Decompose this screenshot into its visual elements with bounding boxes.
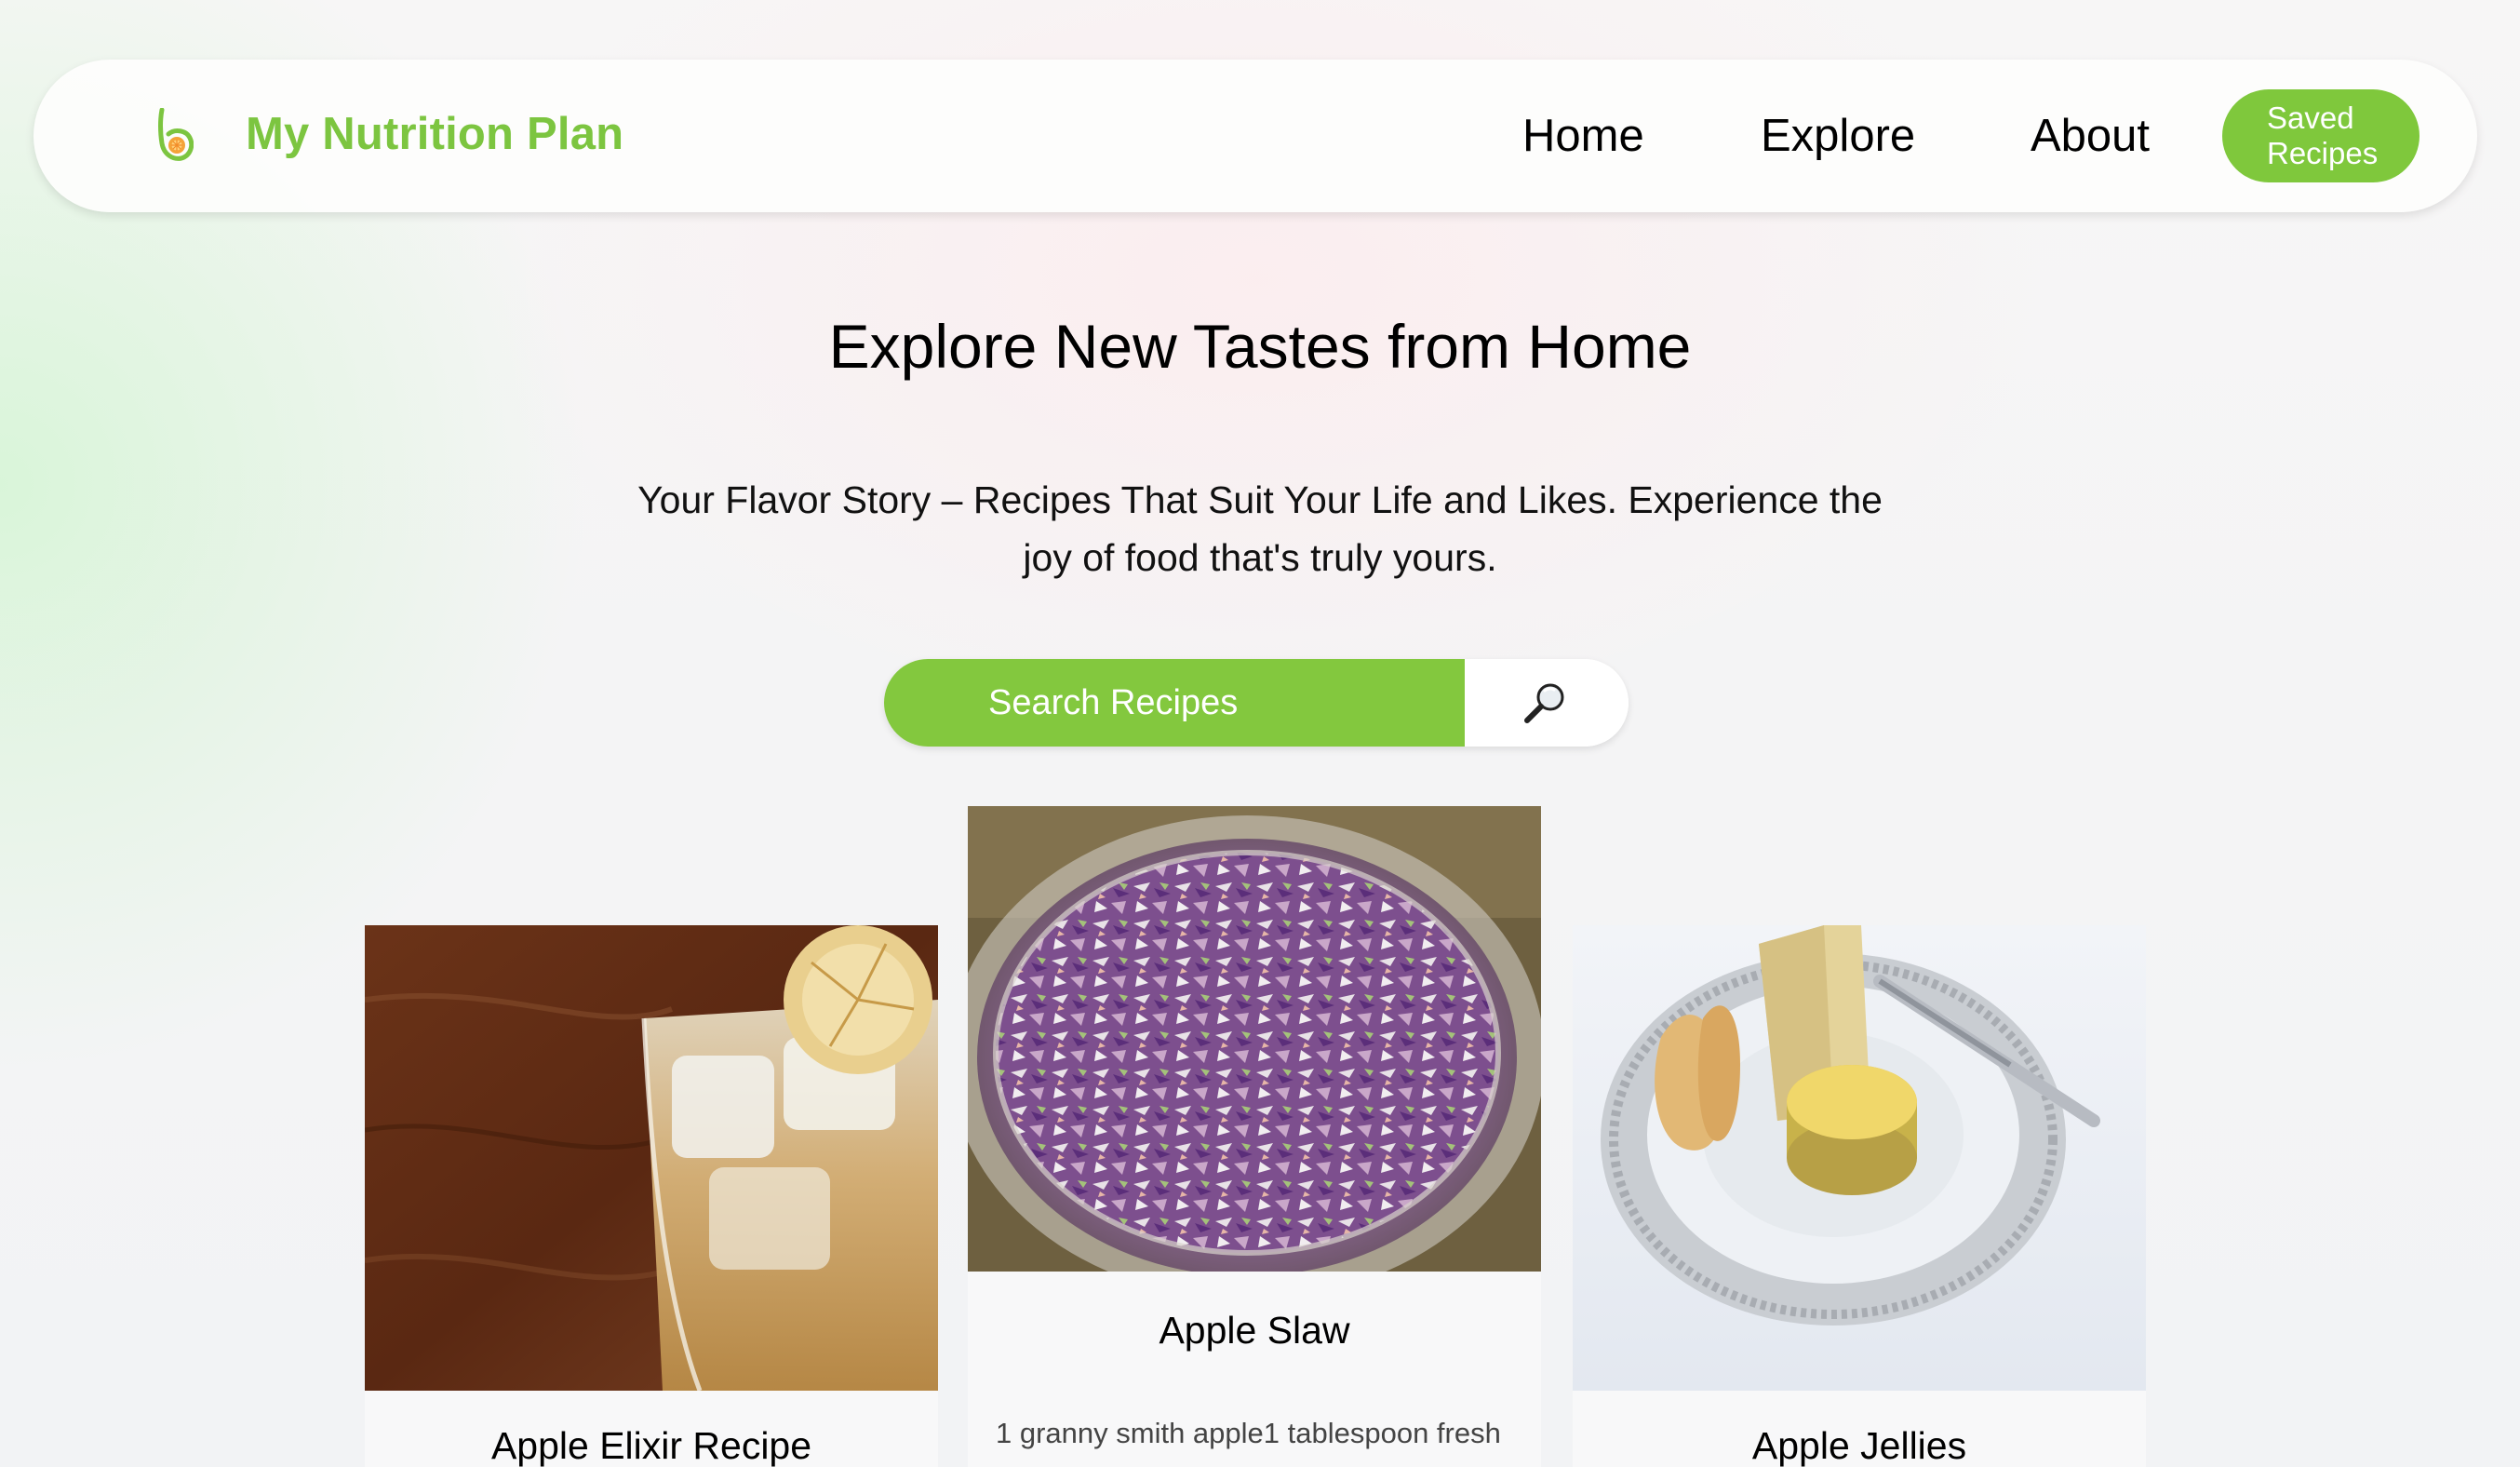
recipe-title[interactable]: Apple Jellies (1573, 1422, 2146, 1467)
apple-slaw-salad-image[interactable] (968, 806, 1541, 1272)
hero-title: Explore New Tastes from Home (828, 312, 1692, 381)
brand-title[interactable]: My Nutrition Plan (246, 104, 623, 164)
apple-elixir-drink-image[interactable] (365, 925, 938, 1391)
recipe-title[interactable]: Apple Elixir Recipe (365, 1422, 938, 1467)
hero-subtitle: Your Flavor Story – Recipes That Suit Yo… (637, 478, 1883, 579)
leaf-swirl-logo-icon[interactable] (156, 107, 194, 162)
recipe-card[interactable]: Apple Elixir Recipe (365, 925, 938, 1467)
nav-home-link[interactable]: Home (1522, 108, 1644, 164)
apple-jellies-plate-image[interactable] (1573, 925, 2146, 1391)
search-bar (884, 659, 1629, 747)
nav-explore-link[interactable]: Explore (1761, 108, 1915, 164)
top-navbar: My Nutrition Plan Home Explore About Sav… (34, 60, 2477, 212)
recipe-title[interactable]: Apple Slaw (968, 1307, 1541, 1353)
search-input[interactable] (884, 659, 1465, 747)
nav-about-link[interactable]: About (2031, 108, 2150, 164)
recipe-card[interactable]: Apple Slaw 1 granny smith apple1 tablesp… (968, 806, 1541, 1467)
saved-recipes-button[interactable]: Saved Recipes (2222, 89, 2419, 182)
recipe-description: 1 granny smith apple1 tablespoon fresh (996, 1417, 1501, 1449)
magnifier-icon (1524, 683, 1564, 723)
search-button[interactable] (1465, 659, 1629, 747)
recipe-card[interactable]: Apple Jellies (1573, 925, 2146, 1467)
